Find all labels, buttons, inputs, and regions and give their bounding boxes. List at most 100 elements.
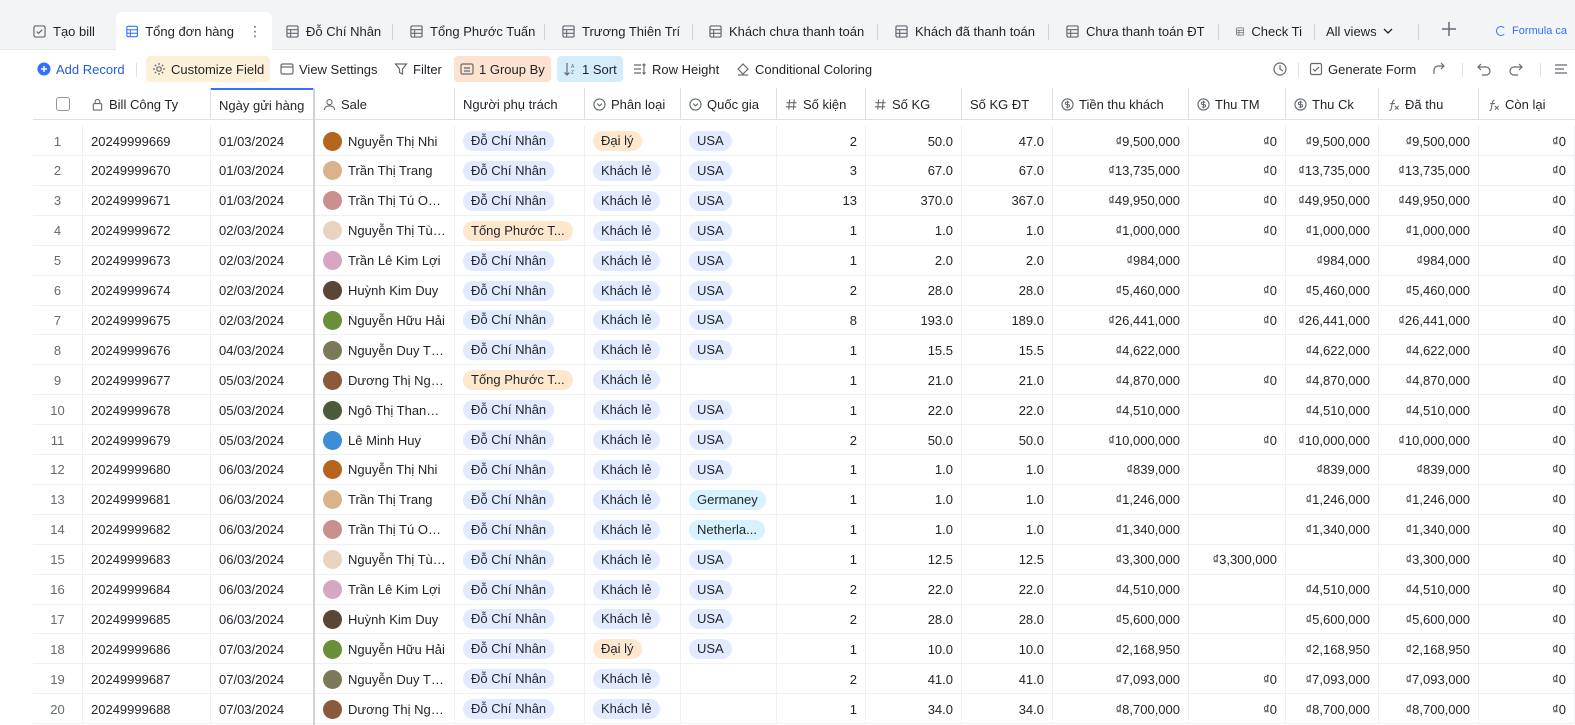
cell-kg[interactable]: 15.5 [866,335,962,366]
cell-date[interactable]: 06/03/2024 [211,484,315,515]
cell-sale[interactable]: Nguyễn Thị Nhi [315,454,455,485]
cell-paid[interactable]: ₫4,510,000 [1379,395,1479,426]
cell-type[interactable]: Khách lẻ [585,454,681,485]
cell-sale[interactable]: Trần Thị Trang [315,155,455,186]
cell-bill[interactable]: 20249999677 [83,365,211,396]
cell-remain[interactable]: ₫0 [1479,574,1575,605]
all-views-dropdown[interactable]: All views [1326,12,1393,50]
cell-sale[interactable]: Trần Thị Trang [315,484,455,515]
cell-paid[interactable]: ₫839,000 [1379,454,1479,485]
cell-cash[interactable] [1189,634,1286,665]
cell-type[interactable]: Khách lẻ [585,185,681,216]
cell-date[interactable]: 01/03/2024 [211,126,315,156]
customize-field-button[interactable]: Customize Field [146,56,271,82]
cell-n[interactable]: 16 [33,574,83,605]
cell-collect[interactable]: ₫7,093,000 [1053,664,1189,695]
cell-owner[interactable]: Đỗ Chí Nhân [455,155,585,186]
cell-date[interactable]: 06/03/2024 [211,454,315,485]
cell-bill[interactable]: 20249999678 [83,395,211,426]
cell-date[interactable]: 02/03/2024 [211,275,315,306]
cell-bill[interactable]: 20249999671 [83,185,211,216]
cell-n[interactable]: 5 [33,245,83,276]
select-all-checkbox[interactable] [56,97,70,111]
cell-type[interactable]: Khách lẻ [585,395,681,426]
table-row[interactable]: 13 20249999681 06/03/2024 Trần Thị Trang Đỗ … [33,484,1575,515]
table-row[interactable]: 17 20249999685 06/03/2024 Huỳnh Kim Duy Đỗ C… [33,604,1575,635]
tab-khach-chua-thanh-toan[interactable]: Khách chưa thanh toán [699,12,874,50]
cell-cash[interactable]: ₫3,300,000 [1189,544,1286,575]
cell-type[interactable]: Khách lẻ [585,604,681,635]
cell-owner[interactable]: Đỗ Chí Nhân [455,604,585,635]
cell-remain[interactable]: ₫0 [1479,275,1575,306]
cell-date[interactable]: 04/03/2024 [211,335,315,366]
cell-bill[interactable]: 20249999675 [83,305,211,336]
cell-cash[interactable]: ₫0 [1189,305,1286,336]
tab-khach-da-thanh-toan[interactable]: Khách đã thanh toán [885,12,1045,50]
cell-owner[interactable]: Đỗ Chí Nhân [455,305,585,336]
cell-type[interactable]: Khách lẻ [585,365,681,396]
cell-paid[interactable]: ₫1,246,000 [1379,484,1479,515]
cell-bill[interactable]: 20249999676 [83,335,211,366]
column-header-date[interactable]: Ngày gửi hàng [211,88,315,120]
cell-remain[interactable]: ₫0 [1479,245,1575,276]
cell-date[interactable]: 06/03/2024 [211,514,315,545]
cell-pkgs[interactable]: 1 [777,335,866,366]
cell-type[interactable]: Khách lẻ [585,664,681,695]
cell-date[interactable]: 01/03/2024 [211,155,315,186]
column-header-type[interactable]: Phân loại [585,88,681,120]
tab-truong-thien-tri[interactable]: Trương Thiên Trí [552,12,690,50]
cell-remain[interactable]: ₫0 [1479,484,1575,515]
cell-kgdt[interactable]: 34.0 [962,694,1053,725]
cell-n[interactable]: 7 [33,305,83,336]
cell-date[interactable]: 05/03/2024 [211,395,315,426]
cell-collect[interactable]: ₫49,950,000 [1053,185,1189,216]
table-row[interactable]: 11 20249999679 05/03/2024 Lê Minh Huy Đỗ Chí… [33,425,1575,455]
cell-n[interactable]: 17 [33,604,83,635]
cell-bill[interactable]: 20249999682 [83,514,211,545]
cell-paid[interactable]: ₫4,622,000 [1379,335,1479,366]
cell-bill[interactable]: 20249999685 [83,604,211,635]
cell-cash[interactable]: ₫0 [1189,425,1286,455]
cell-type[interactable]: Khách lẻ [585,544,681,575]
cell-paid[interactable]: ₫26,441,000 [1379,305,1479,336]
cell-remain[interactable]: ₫0 [1479,664,1575,695]
cell-n[interactable]: 6 [33,275,83,306]
table-row[interactable]: 4 20249999672 02/03/2024 Nguyễn Thị Tùn... T… [33,215,1575,246]
cell-n[interactable]: 9 [33,365,83,396]
table-row[interactable]: 1 20249999669 01/03/2024 Nguyễn Thị Nhi Đỗ C… [33,126,1575,156]
cell-kgdt[interactable]: 1.0 [962,215,1053,246]
cell-cash[interactable]: ₫0 [1189,275,1286,306]
cell-cash[interactable] [1189,514,1286,545]
cell-pkgs[interactable]: 1 [777,484,866,515]
cell-remain[interactable]: ₫0 [1479,425,1575,455]
cell-cash[interactable] [1189,335,1286,366]
cell-bill[interactable]: 20249999674 [83,275,211,306]
cell-owner[interactable]: Đỗ Chí Nhân [455,664,585,695]
cell-sale[interactable]: Nguyễn Duy Th... [315,335,455,366]
cell-sale[interactable]: Nguyễn Hữu Hải [315,305,455,336]
more-options-icon[interactable] [1553,61,1569,77]
table-row[interactable]: 15 20249999683 06/03/2024 Nguyễn Thị Tùn...… [33,544,1575,575]
cell-country[interactable]: USA [681,185,777,216]
cell-kgdt[interactable]: 1.0 [962,454,1053,485]
cell-kgdt[interactable]: 22.0 [962,574,1053,605]
cell-paid[interactable]: ₫9,500,000 [1379,126,1479,156]
cell-paid[interactable]: ₫10,000,000 [1379,425,1479,455]
cell-kg[interactable]: 12.5 [866,544,962,575]
cell-cash[interactable]: ₫0 [1189,126,1286,156]
cell-cash[interactable] [1189,245,1286,276]
cell-date[interactable]: 02/03/2024 [211,305,315,336]
cell-transfer[interactable]: ₫10,000,000 [1286,425,1379,455]
cell-country[interactable]: USA [681,544,777,575]
cell-kg[interactable]: 1.0 [866,215,962,246]
cell-owner[interactable]: Đỗ Chí Nhân [455,634,585,665]
cell-cash[interactable]: ₫0 [1189,694,1286,725]
cell-owner[interactable]: Đỗ Chí Nhân [455,484,585,515]
sort-button[interactable]: AZ 1 Sort [557,56,623,82]
cell-transfer[interactable]: ₫1,340,000 [1286,514,1379,545]
cell-transfer[interactable]: ₫5,460,000 [1286,275,1379,306]
cell-country[interactable]: USA [681,454,777,485]
cell-pkgs[interactable]: 2 [777,275,866,306]
cell-paid[interactable]: ₫7,093,000 [1379,664,1479,695]
column-header-kg[interactable]: Số KG [866,88,962,120]
